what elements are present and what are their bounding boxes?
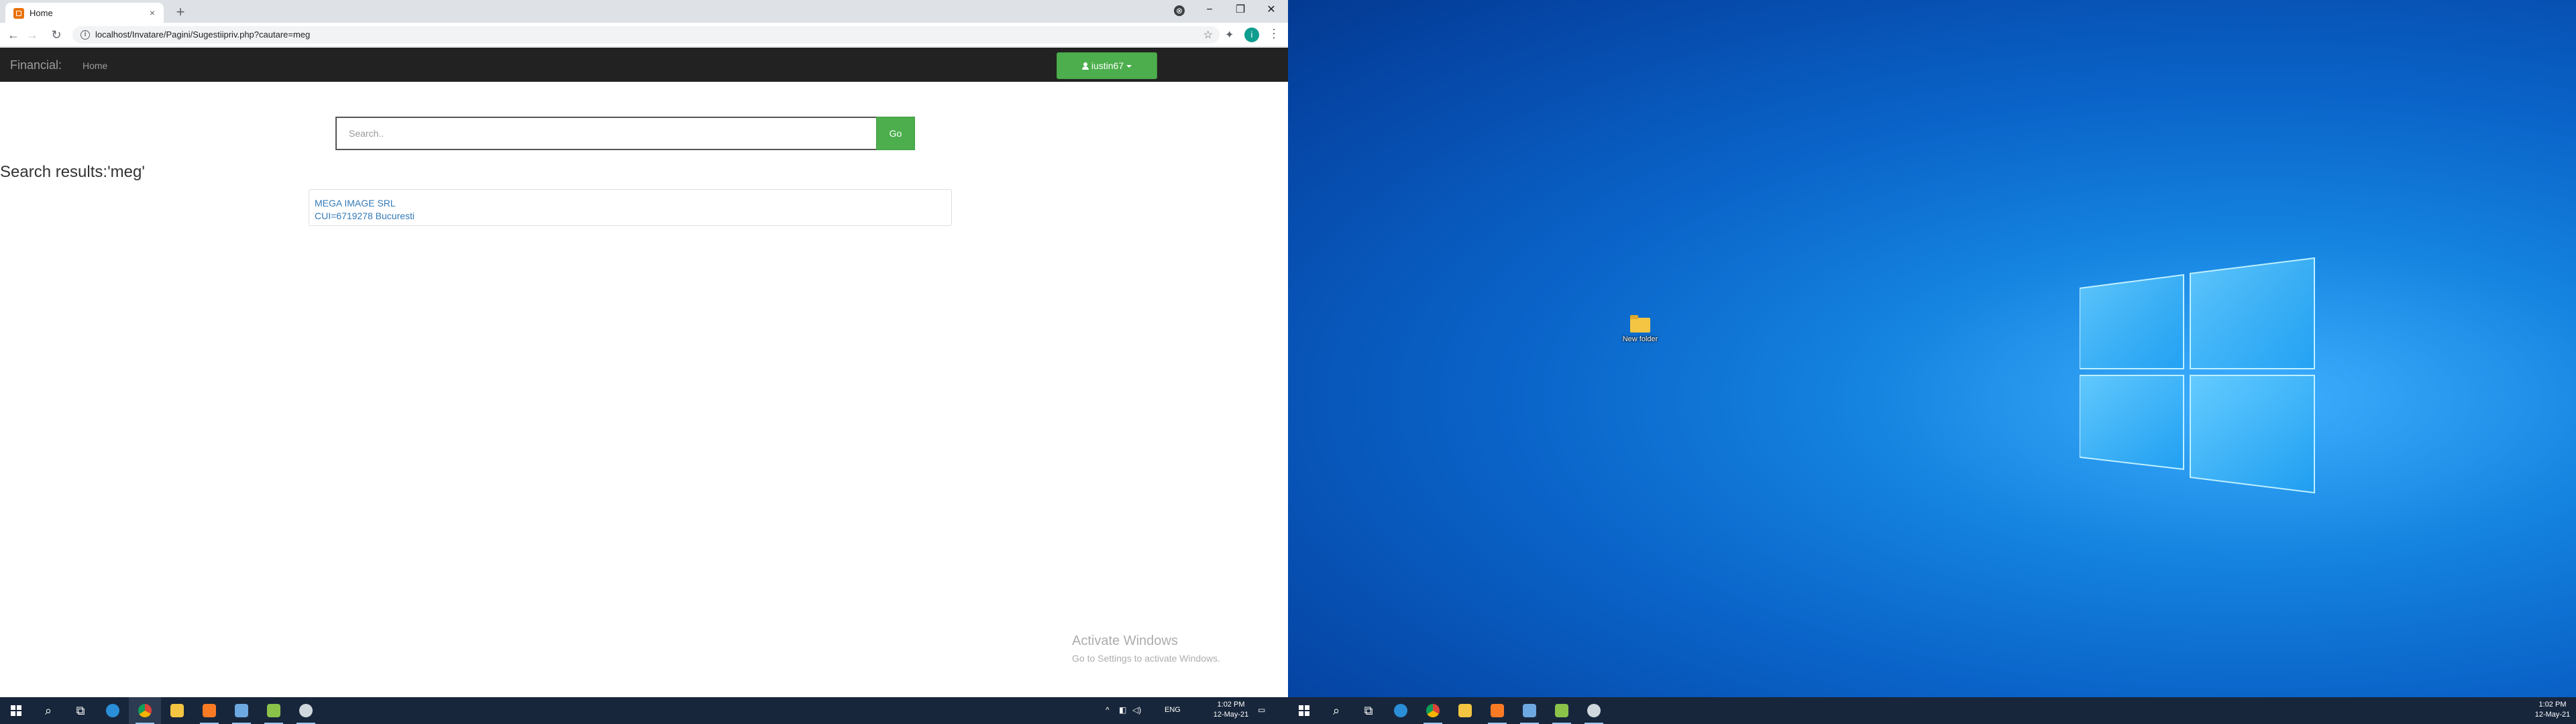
result-company-info[interactable]: CUI=6719278 Bucuresti xyxy=(315,210,415,221)
right-monitor-desktop: New folder ⌕ ⧉ 1:02 PM 12-May-21 xyxy=(1288,0,2576,724)
extensions-puzzle-icon[interactable]: ✦ xyxy=(1225,28,1234,42)
clock-time: 1:02 PM xyxy=(2538,701,2567,709)
user-dropdown-button[interactable]: iustin67 xyxy=(1057,52,1157,79)
windows-logo-icon xyxy=(11,705,21,716)
tab-close-icon[interactable]: × xyxy=(146,7,158,19)
virtualbox-app[interactable] xyxy=(225,697,258,724)
result-company-name[interactable]: MEGA IMAGE SRL xyxy=(315,198,396,208)
maximize-button[interactable]: ❐ xyxy=(1225,0,1256,20)
notepad-app[interactable] xyxy=(258,697,290,724)
virtualbox-app-2[interactable] xyxy=(1513,697,1546,724)
settings-app[interactable] xyxy=(290,697,322,724)
go-button[interactable]: Go xyxy=(876,117,915,150)
user-icon xyxy=(1081,62,1089,70)
chrome-app-2[interactable] xyxy=(1417,697,1449,724)
profile-avatar[interactable]: i xyxy=(1244,27,1259,42)
task-view-button-2[interactable]: ⧉ xyxy=(1352,697,1385,724)
start-button[interactable] xyxy=(0,697,32,724)
chrome-app[interactable] xyxy=(129,697,161,724)
notepad-icon xyxy=(1555,704,1568,717)
taskbar-left: ⌕ ⧉ ^ ◧ ◁) ENG 1:02 PM 12-May-21 ▭ xyxy=(0,697,1288,724)
chevron-up-icon[interactable]: ^ xyxy=(1106,705,1110,715)
nav-link-home[interactable]: Home xyxy=(83,60,107,71)
start-button-2[interactable] xyxy=(1288,697,1320,724)
taskbar-clock[interactable]: 1:02 PM 12-May-21 xyxy=(1208,700,1254,720)
search-icon: ⌕ xyxy=(1332,704,1340,717)
xampp-icon xyxy=(1491,704,1504,717)
notifications-icon[interactable]: ▭ xyxy=(1258,705,1265,724)
virtualbox-icon xyxy=(1523,704,1536,717)
notepad-app-2[interactable] xyxy=(1546,697,1578,724)
windows-logo-icon xyxy=(1299,705,1309,716)
xampp-app[interactable] xyxy=(193,697,225,724)
browser-tab[interactable]: Home × xyxy=(5,3,164,23)
task-view-icon: ⧉ xyxy=(1364,704,1373,717)
browser-toolbar: ← → ↻ i localhost/Invatare/Pagini/Sugest… xyxy=(0,23,1288,47)
notepad-icon xyxy=(267,704,280,717)
chrome-icon xyxy=(138,704,152,717)
search-input[interactable] xyxy=(335,117,876,150)
edge-icon xyxy=(1394,704,1407,717)
folder-icon xyxy=(1458,704,1472,717)
site-favicon-icon xyxy=(13,8,24,19)
xampp-app-2[interactable] xyxy=(1481,697,1513,724)
taskbar-clock-2[interactable]: 1:02 PM 12-May-21 xyxy=(2529,700,2576,720)
network-icon[interactable]: ◧ xyxy=(1119,705,1126,715)
result-card[interactable]: MEGA IMAGE SRL CUI=6719278 Bucuresti xyxy=(309,189,952,226)
taskbar-search-button[interactable]: ⌕ xyxy=(32,697,64,724)
search-form: Go xyxy=(335,117,915,150)
edge-icon xyxy=(106,704,119,717)
new-tab-button[interactable]: + xyxy=(172,4,189,21)
clock-time: 1:02 PM xyxy=(1217,701,1245,709)
browser-menu-icon[interactable]: ⋮ xyxy=(1268,27,1280,41)
watermark-subtitle: Go to Settings to activate Windows. xyxy=(1072,653,1220,664)
clock-date: 12-May-21 xyxy=(1213,711,1249,719)
clock-date: 12-May-21 xyxy=(2534,711,2571,719)
navbar-brand[interactable]: Financial: xyxy=(10,58,62,72)
settings-app-2[interactable] xyxy=(1578,697,1610,724)
address-url[interactable]: localhost/Invatare/Pagini/Sugestiipriv.p… xyxy=(95,29,310,40)
close-window-button[interactable]: ✕ xyxy=(1256,0,1287,20)
task-view-button[interactable]: ⧉ xyxy=(64,697,97,724)
back-arrow-icon[interactable]: ← xyxy=(5,27,21,43)
folder-icon xyxy=(1630,315,1650,333)
profile-menu-icon[interactable]: ⊗ xyxy=(1174,5,1185,16)
folder-icon xyxy=(170,704,184,717)
forward-arrow-icon[interactable]: → xyxy=(24,27,40,43)
gear-app-icon xyxy=(1587,704,1601,717)
results-title: Search results:'meg' xyxy=(0,163,145,181)
virtualbox-icon xyxy=(235,704,248,717)
explorer-app-2[interactable] xyxy=(1449,697,1481,724)
address-bar[interactable]: i localhost/Invatare/Pagini/Sugestiipriv… xyxy=(72,26,1220,44)
activate-windows-watermark: Activate Windows Go to Settings to activ… xyxy=(1072,634,1220,664)
explorer-app[interactable] xyxy=(161,697,193,724)
task-view-icon: ⧉ xyxy=(76,704,85,717)
bookmark-star-icon[interactable]: ☆ xyxy=(1203,28,1213,42)
wallpaper-windows-icon xyxy=(2079,257,2315,494)
reload-icon[interactable]: ↻ xyxy=(48,27,64,43)
xampp-icon xyxy=(203,704,216,717)
left-monitor: Home × + ⊗ − ❐ ✕ ← → ↻ i localhost/Invat… xyxy=(0,0,1288,724)
language-indicator[interactable]: ENG xyxy=(1165,706,1181,714)
site-info-icon[interactable]: i xyxy=(80,30,90,40)
site-navbar: Financial: Home iustin67 xyxy=(0,48,1288,82)
windows-wallpaper-logo xyxy=(2079,248,2321,496)
desktop-folder-label: New folder xyxy=(1622,335,1658,343)
minimize-button[interactable]: − xyxy=(1194,0,1225,20)
search-icon: ⌕ xyxy=(44,704,52,717)
browser-tab-strip: Home × + ⊗ − ❐ ✕ xyxy=(0,0,1288,23)
edge-app[interactable] xyxy=(97,697,129,724)
tab-title: Home xyxy=(30,8,53,18)
caret-down-icon xyxy=(1126,65,1132,68)
desktop-folder-item[interactable]: New folder xyxy=(1613,315,1667,343)
chrome-icon xyxy=(1426,704,1440,717)
taskbar-right: ⌕ ⧉ 1:02 PM 12-May-21 xyxy=(1288,697,2576,724)
user-name: iustin67 xyxy=(1091,60,1124,71)
taskbar-search-button-2[interactable]: ⌕ xyxy=(1320,697,1352,724)
watermark-title: Activate Windows xyxy=(1072,634,1178,648)
gear-app-icon xyxy=(299,704,313,717)
volume-icon[interactable]: ◁) xyxy=(1132,705,1141,715)
edge-app-2[interactable] xyxy=(1385,697,1417,724)
